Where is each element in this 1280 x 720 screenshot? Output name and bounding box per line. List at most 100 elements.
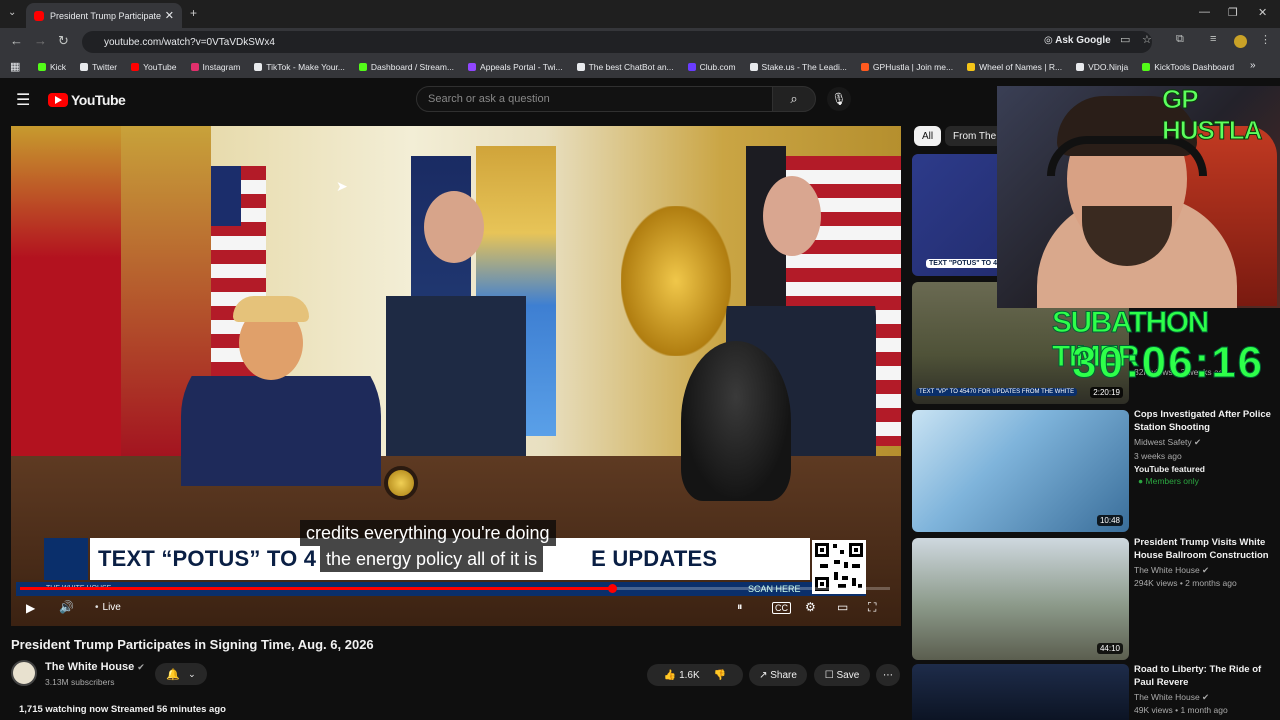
bookmark-item[interactable]: VDO.Ninja — [1076, 62, 1128, 72]
rail-3-members-label: Members only — [1145, 476, 1199, 486]
forward-icon[interactable]: → — [34, 33, 47, 48]
video-title: President Trump Participates in Signing … — [11, 637, 374, 652]
golden-eagle-statue — [621, 206, 731, 356]
franklin-bust — [681, 341, 791, 501]
share-icon: ↗ — [759, 669, 768, 681]
more-actions-button[interactable]: ⋯ — [876, 664, 900, 686]
address-bar[interactable]: youtube.com/watch?v=0VTaVDkSWx4 — [82, 31, 1152, 53]
search-input[interactable]: Search or ask a question — [416, 86, 773, 112]
rail-3-title[interactable]: Cops Investigated After Police Station S… — [1134, 408, 1274, 434]
like-button[interactable]: 👍 1.6K — [664, 670, 700, 681]
bookmark-star-icon[interactable]: ☆ — [1142, 33, 1152, 46]
chip-all[interactable]: All — [914, 126, 942, 146]
voice-search-button[interactable]: 🎙 — [827, 87, 851, 111]
save-button[interactable]: ☐ Save — [814, 664, 870, 686]
ask-google-button[interactable]: ◎ Ask Google — [1044, 35, 1111, 46]
bookmark-item[interactable]: Club.com — [687, 62, 736, 72]
bookmark-label: Instagram — [202, 62, 241, 72]
bookmark-item[interactable]: YouTube — [131, 62, 177, 72]
notification-bell-button[interactable]: 🔔 ⌄ — [155, 663, 207, 685]
seated-president-hair — [233, 296, 309, 322]
bookmark-item[interactable]: GPHustla | Join me... — [860, 62, 954, 72]
bookmark-favicon-icon — [254, 63, 263, 71]
bookmark-item[interactable]: Dashboard / Stream... — [358, 62, 454, 72]
rail-thumbnail-3[interactable]: 10:48 — [912, 410, 1129, 532]
subathon-timer: 30:06:16 — [1071, 338, 1265, 388]
bookmark-label: KickTools Dashboard — [1154, 62, 1235, 72]
rail-4-duration: 44:10 — [1096, 643, 1123, 654]
captions-icon[interactable]: CC — [772, 602, 791, 614]
save-label: Save — [836, 669, 860, 681]
rail-1-badge: TEXT "POTUS" TO 454 — [926, 259, 1008, 268]
mic-icon: 🎙 — [831, 92, 847, 106]
bookmark-item[interactable]: The best ChatBot an... — [576, 62, 674, 72]
bookmark-list: Kick Twitter YouTube Instagram TikTok - Make… — [38, 62, 1248, 72]
qr-code-graphic — [815, 543, 863, 591]
channel-name[interactable]: The White House ✔ — [45, 661, 145, 673]
bookmark-label: Twitter — [92, 62, 118, 72]
live-indicator[interactable]: Live — [95, 602, 121, 613]
bookmark-item[interactable]: Instagram — [190, 62, 241, 72]
progress-scrubber[interactable] — [607, 584, 617, 593]
profile-avatar[interactable] — [1234, 35, 1247, 48]
new-tab-icon[interactable]: + — [190, 6, 197, 20]
brand-overlay-text: GP HUSTLA — [1162, 84, 1263, 146]
tab-search-icon[interactable]: ⌄ — [8, 7, 16, 18]
close-tab-icon[interactable]: ✕ — [165, 9, 174, 22]
back-icon[interactable]: ← — [10, 33, 23, 48]
cast-icon[interactable]: ▭ — [1120, 33, 1130, 46]
more-bookmarks-icon[interactable]: » — [1250, 60, 1256, 71]
play-icon[interactable]: ▶ — [26, 601, 35, 615]
lower-third-tail: E UPDATES — [591, 546, 718, 571]
youtube-logo[interactable]: YouTube — [48, 92, 126, 108]
bookmark-label: VDO.Ninja — [1088, 62, 1129, 72]
volume-icon[interactable]: 🔊 — [59, 600, 74, 614]
rail-thumbnail-5[interactable] — [912, 664, 1129, 720]
like-dislike-group: 👍 1.6K 👎 — [647, 664, 743, 686]
bookmark-label: Stake.us - The Leadi... — [761, 62, 847, 72]
flag-us-left-canton — [211, 166, 241, 226]
channel-avatar[interactable] — [11, 660, 37, 686]
channel-name-text: The White House — [45, 661, 135, 673]
minimize-icon[interactable]: — — [1199, 6, 1210, 18]
share-button[interactable]: ↗ Share — [749, 664, 807, 686]
menu-kebab-icon[interactable]: ⋮ — [1260, 33, 1271, 46]
theater-mode-icon[interactable]: ▭ — [837, 600, 848, 614]
rail-4-title[interactable]: President Trump Visits White House Ballr… — [1134, 536, 1274, 562]
search-button[interactable]: ⌕ — [772, 86, 816, 112]
bookmark-item[interactable]: Stake.us - The Leadi... — [749, 62, 847, 72]
bookmark-label: GPHustla | Join me... — [872, 62, 954, 72]
browser-tab[interactable]: President Trump Participates in ✕ — [26, 3, 182, 28]
bookmark-item[interactable]: KickTools Dashboard — [1142, 62, 1234, 72]
bookmark-item[interactable]: Wheel of Names | R... — [967, 62, 1062, 72]
restore-icon[interactable]: ❐ — [1228, 6, 1238, 19]
verified-icon: ✔ — [1194, 437, 1202, 447]
bookmark-item[interactable]: Twitter — [80, 62, 117, 72]
bookmark-favicon-icon — [80, 63, 89, 71]
bookmark-item[interactable]: TikTok - Make Your... — [254, 62, 345, 72]
settings-gear-icon[interactable]: ⚙ — [805, 600, 816, 614]
bookmark-item[interactable]: Kick — [38, 62, 66, 72]
bookmark-label: Club.com — [699, 62, 736, 72]
close-window-icon[interactable]: ✕ — [1258, 6, 1267, 19]
pause-ad-icon[interactable]: ⏸ — [737, 601, 743, 614]
caption-line-2: the energy policy all of it is — [320, 546, 544, 572]
search-icon: ⌕ — [790, 91, 798, 106]
rail-thumbnail-4[interactable]: 44:10 — [912, 538, 1129, 660]
reading-list-icon[interactable]: ≡ — [1210, 33, 1216, 45]
reload-icon[interactable]: ↻ — [58, 33, 69, 49]
apps-grid-icon[interactable]: ▦ — [10, 60, 20, 73]
dislike-button[interactable]: 👎 — [714, 670, 726, 681]
flag-army — [11, 126, 121, 456]
extensions-icon[interactable]: ⧉ — [1176, 33, 1184, 46]
standing-man-left-head — [424, 191, 484, 263]
rail-4-channel-name: The White House — [1134, 565, 1200, 575]
hamburger-menu-icon[interactable]: ☰ — [16, 90, 30, 110]
rail-5-title[interactable]: Road to Liberty: The Ride of Paul Revere — [1134, 663, 1274, 689]
bookmark-label: Kick — [50, 62, 67, 72]
fullscreen-icon[interactable]: ⛶ — [868, 600, 876, 615]
bookmark-favicon-icon — [860, 63, 869, 71]
rail-5-channel: The White House ✔ — [1134, 692, 1209, 703]
rail-3-duration: 10:48 — [1096, 515, 1123, 526]
bookmark-item[interactable]: Appeals Portal - Twi... — [468, 62, 563, 72]
